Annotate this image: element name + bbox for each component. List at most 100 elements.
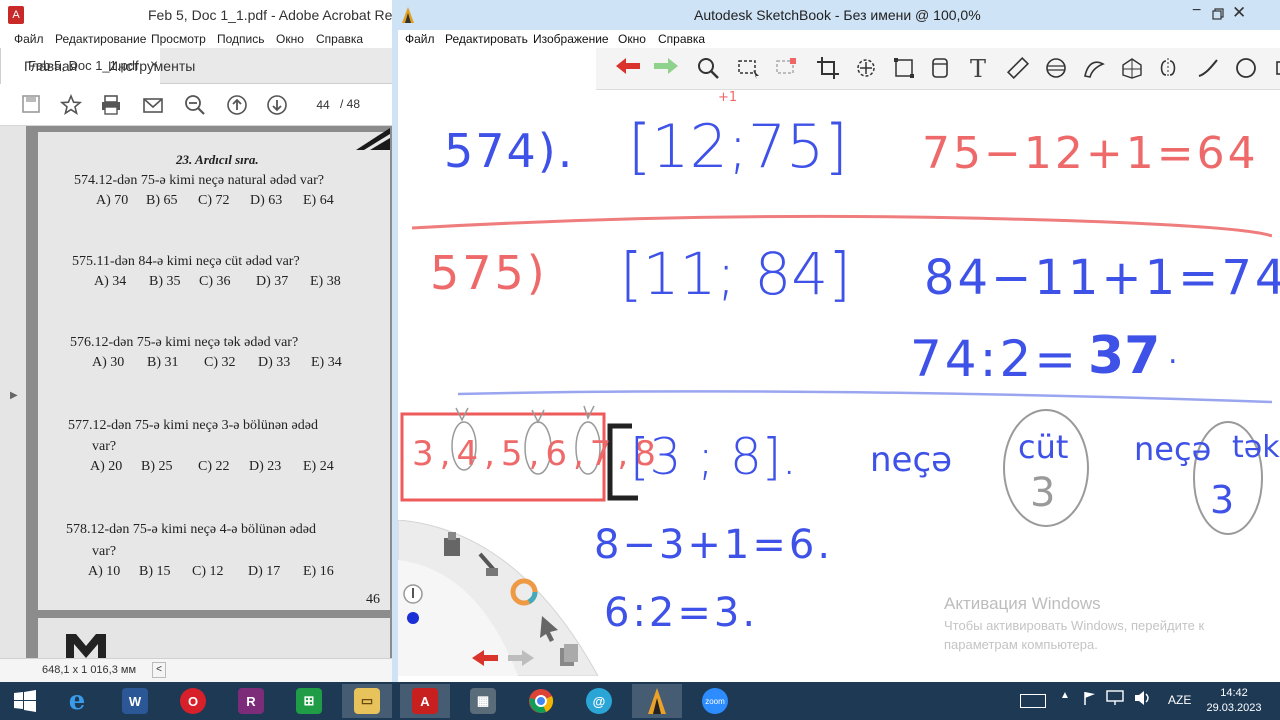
zoom-icon[interactable]: [694, 56, 722, 82]
option: D) 33: [258, 355, 291, 370]
selection-icon[interactable]: [734, 56, 762, 82]
internet-explorer-icon: e: [68, 686, 86, 716]
calculator-icon: ▦: [470, 688, 496, 714]
acro-menu-edit[interactable]: Редактирование: [55, 32, 146, 46]
sb-menu-window[interactable]: Окно: [618, 32, 646, 46]
taskbar-word[interactable]: W: [110, 684, 160, 718]
acrobat-title-bar[interactable]: A Feb 5, Doc 1_1.pdf - Adobe Acrobat Re: [0, 0, 392, 30]
hw-575-formula: 84−11+1=74.: [924, 250, 1280, 306]
options-576: A) 30 B) 31 C) 32 D) 33 E) 34: [92, 355, 382, 373]
taskbar-ie[interactable]: e: [52, 684, 102, 718]
opera-icon: O: [180, 688, 206, 714]
fill-bucket-icon[interactable]: [926, 56, 954, 82]
hw-575-label: 575): [430, 246, 548, 300]
status-collapse-icon[interactable]: <: [152, 662, 166, 678]
save-icon[interactable]: [20, 94, 42, 116]
ruler-icon[interactable]: [1004, 56, 1032, 82]
tray-volume-icon[interactable]: [1134, 690, 1152, 706]
page-up-icon[interactable]: [226, 94, 248, 116]
tray-network-icon[interactable]: [1106, 690, 1124, 706]
undo-arrow-icon[interactable]: [614, 56, 642, 82]
taskbar-calculator[interactable]: ▦: [458, 684, 508, 718]
option: C) 12: [192, 564, 224, 579]
sb-menu-edit[interactable]: Редактировать: [445, 32, 528, 46]
transform-icon[interactable]: [852, 56, 880, 82]
acro-menu-window[interactable]: Окно: [276, 32, 304, 46]
lasso-icon[interactable]: [772, 56, 800, 82]
hw-575-result: 37: [1088, 326, 1161, 386]
winrar-icon: R: [238, 688, 264, 714]
option: E) 24: [303, 459, 334, 474]
taskbar-zoom[interactable]: zoom: [690, 684, 740, 718]
option: B) 25: [141, 459, 173, 474]
current-color-icon[interactable]: [407, 612, 419, 624]
taskbar-sketchbook[interactable]: [632, 684, 682, 718]
taskbar-acrobat[interactable]: A: [400, 684, 450, 718]
symmetry-icon[interactable]: [1154, 56, 1182, 82]
close-icon[interactable]: ✕: [1232, 3, 1246, 23]
question-577: 577.12-dən 75-ə kimi neçə 3-ə bölünən əd…: [68, 418, 318, 433]
acro-menu-help[interactable]: Справка: [316, 32, 363, 46]
minimize-icon[interactable]: −: [1192, 2, 1201, 20]
acrobat-icon: A: [412, 688, 438, 714]
tray-clock[interactable]: 14:42 29.03.2023: [1206, 686, 1262, 716]
rectangle-tool-icon[interactable]: [1268, 56, 1280, 82]
email-icon[interactable]: [142, 94, 164, 116]
keyboard-icon[interactable]: [1020, 694, 1046, 708]
acro-menu-sign[interactable]: Подпись: [217, 32, 265, 46]
file-explorer-icon: ▭: [354, 688, 380, 714]
section-title: 23. Ardıcıl sıra.: [176, 152, 259, 167]
acro-menu-view[interactable]: Просмотр: [151, 32, 206, 46]
taskbar-chrome[interactable]: [516, 684, 566, 718]
start-button[interactable]: [0, 684, 50, 718]
nav-pane-expand-icon[interactable]: ▶: [10, 390, 18, 401]
taskbar-winrar[interactable]: R: [226, 684, 276, 718]
tray-up-arrow-icon[interactable]: ▲: [1060, 690, 1070, 701]
taskbar-opera[interactable]: O: [168, 684, 218, 718]
question-576: 576.12-dən 75-ə kimi neçə tək ədəd var?: [70, 335, 299, 350]
hw-word-nece-2: neçə: [1134, 430, 1212, 468]
redo-arrow-icon[interactable]: [652, 56, 680, 82]
sb-menu-help[interactable]: Справка: [658, 32, 705, 46]
acrobat-toolbar: 44 / 48: [0, 84, 392, 126]
page-number-input[interactable]: 44: [310, 94, 336, 116]
windows-logo-icon: [14, 690, 36, 712]
maximize-icon[interactable]: [1212, 8, 1224, 20]
crop-icon[interactable]: [814, 56, 842, 82]
sketchbook-pencil-icon: [648, 688, 666, 714]
tab-close-icon[interactable]: ×: [150, 56, 158, 72]
sketchbook-title-bar[interactable]: Autodesk SketchBook - Без имени @ 100,0%…: [392, 0, 1280, 30]
acro-menu-file[interactable]: Файл: [14, 32, 44, 46]
option: B) 15: [139, 564, 171, 579]
options-575: A) 34 B) 35 C) 36 D) 37 E) 38: [94, 274, 384, 292]
taskbar-mail[interactable]: @: [574, 684, 624, 718]
text-tool-icon[interactable]: T: [964, 56, 992, 82]
taskbar-explorer[interactable]: ▭: [342, 684, 392, 718]
option: E) 64: [303, 193, 334, 208]
zoom-out-icon[interactable]: [184, 94, 206, 116]
sketchbook-toolbar: T: [596, 48, 1280, 90]
page-down-icon[interactable]: [266, 94, 288, 116]
tray-flag-icon[interactable]: [1082, 690, 1098, 706]
option: D) 63: [250, 193, 283, 208]
perspective-icon[interactable]: [1118, 56, 1146, 82]
tray-language[interactable]: AZE: [1168, 693, 1191, 707]
sb-menu-image[interactable]: Изображение: [533, 32, 609, 46]
distort-icon[interactable]: [890, 56, 918, 82]
brush-size-icon[interactable]: [403, 584, 423, 604]
print-icon[interactable]: [100, 94, 122, 116]
page-footer-number: 46: [366, 592, 380, 607]
hw-interval-3-8: [3 ; 8].: [630, 428, 798, 486]
sb-menu-file[interactable]: Файл: [405, 32, 435, 46]
tab-document-label: Feb 5, Doc 1_1.pdf: [28, 58, 139, 73]
ellipse-guide-icon[interactable]: [1042, 56, 1070, 82]
lagoon-menu[interactable]: [398, 520, 598, 676]
bookmark-star-icon[interactable]: [59, 93, 83, 116]
question-578-cont: var?: [92, 544, 117, 559]
taskbar-store[interactable]: ⊞: [284, 684, 334, 718]
stroke-icon[interactable]: [1194, 56, 1222, 82]
hw-circled-3-b: 3: [1210, 478, 1235, 522]
ellipse-tool-icon[interactable]: [1232, 56, 1260, 82]
french-curve-icon[interactable]: [1080, 56, 1108, 82]
option: C) 72: [198, 193, 230, 208]
